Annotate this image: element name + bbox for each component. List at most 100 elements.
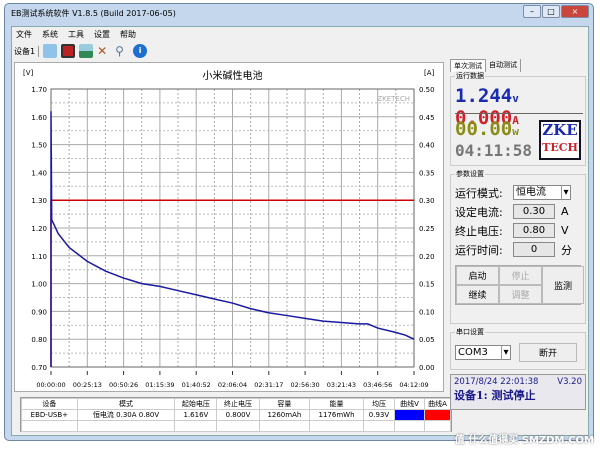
start-button[interactable]: 启动 (456, 266, 499, 285)
search-icon[interactable]: ⚲ (115, 44, 129, 58)
header-energy: 能量 (309, 398, 364, 410)
y2-tick-label: 0.20 (419, 253, 435, 261)
close-button[interactable]: × (561, 5, 589, 18)
run-time-input[interactable]: 0 (513, 242, 555, 257)
x-tick-label: 02:31:17 (254, 381, 283, 389)
header-device: 设备 (21, 398, 78, 410)
mode-select[interactable]: 恒电流 ▾ (513, 185, 571, 200)
run-data-title: 运行数据 (455, 71, 485, 81)
current-input[interactable]: 0.30 (513, 204, 555, 219)
status-time: 2017/8/24 22:01:38 (454, 377, 539, 387)
run-time-label: 运行时间: (455, 243, 503, 257)
cell-energy: 1176mWh (309, 409, 364, 421)
header-end-voltage: 终止电压 (216, 398, 260, 410)
y-tick-label: 1.10 (31, 253, 47, 261)
menu-bar: 文件 系统 工具 设置 帮助 (16, 29, 136, 40)
header-mode: 模式 (76, 398, 176, 410)
menu-tools[interactable]: 工具 (68, 29, 84, 40)
voltage-readout: 1.244 (455, 85, 513, 107)
stop-button[interactable]: 停止 (499, 266, 542, 285)
menu-file[interactable]: 文件 (16, 29, 32, 40)
window-title: EB测试系统软件 V1.8.5 (Build 2017-06-05) (11, 9, 176, 18)
menu-system[interactable]: 系统 (42, 29, 58, 40)
chart-panel: 小米碱性电池 ZKETECH [V] [A] 1.70 1.60 1.50 1.40 1.30 1… (14, 62, 444, 392)
cell-avg-voltage: 0.93V (362, 409, 396, 421)
x-tick-label: 01:40:52 (182, 381, 211, 389)
monitor-button[interactable]: 监测 (542, 266, 584, 304)
x-tick-label: 01:15:39 (145, 381, 174, 389)
stop-voltage-input[interactable]: 0.80 (513, 223, 555, 238)
x-tick-label: 02:06:04 (218, 381, 247, 389)
y2-tick-label: 0.25 (419, 225, 435, 233)
y-tick-label: 1.40 (31, 169, 47, 177)
current-label: 设定电流: (455, 205, 503, 219)
continue-button[interactable]: 继续 (456, 285, 499, 304)
y-tick-label: 1.20 (31, 225, 47, 233)
current-setting-unit: A (561, 205, 569, 218)
tools-icon[interactable]: ✕ (97, 44, 111, 58)
app-window: EB测试系统软件 V1.8.5 (Build 2017-06-05) – □ ×… (4, 3, 594, 441)
image-icon[interactable] (79, 44, 94, 58)
x-tick-label: 00:50:26 (109, 381, 138, 389)
y-axis-label: [V] (23, 69, 34, 77)
cell-capacity: 1260mAh (258, 409, 311, 421)
x-tick-label: 03:46:56 (363, 381, 392, 389)
y2-tick-label: 0.30 (419, 197, 435, 205)
header-start-voltage: 起始电压 (174, 398, 218, 410)
run-data-group: 运行数据 1.244v 0.000A 00.00w 04:11:58 ZKE T… (450, 71, 586, 166)
folder-icon[interactable] (43, 44, 58, 58)
y2-tick-label: 0.15 (419, 281, 435, 289)
serial-port-title: 串口设置 (455, 327, 485, 337)
tab-auto-test[interactable]: 自动测试 (486, 59, 521, 72)
y2-axis-label: [A] (424, 69, 435, 77)
control-panel: 单次测试 自动测试 运行数据 1.244v 0.000A 00.00w 04:1… (450, 59, 586, 410)
x-tick-label: 03:21:43 (327, 381, 356, 389)
y-tick-label: 0.90 (31, 308, 47, 316)
discharge-chart: 小米碱性电池 ZKETECH [V] [A] 1.70 1.60 1.50 1.40 1.30 1… (23, 69, 435, 389)
disconnect-button[interactable]: 断开 (519, 343, 577, 362)
maximize-button[interactable]: □ (542, 5, 560, 18)
info-icon[interactable]: i (133, 44, 148, 58)
y2-tick-label: 0.05 (419, 336, 435, 344)
chart-watermark: ZKETECH (377, 95, 410, 103)
y-tick-label: 1.60 (31, 114, 47, 122)
firmware-version: V3.20 (557, 377, 582, 387)
stop-voltage-unit: V (561, 224, 569, 237)
site-watermark: 值 什么值得买 SMZDM.COM (454, 435, 594, 446)
y-tick-label: 1.30 (31, 197, 47, 205)
save-icon[interactable] (61, 44, 76, 58)
y-tick-label: 1.50 (31, 142, 47, 150)
y-tick-label: 0.70 (31, 364, 47, 372)
curve-a-color[interactable] (424, 409, 451, 421)
port-select[interactable]: COM3 ▾ (455, 345, 511, 360)
curve-v-color[interactable] (394, 409, 425, 421)
menu-settings[interactable]: 设置 (94, 29, 110, 40)
zketech-logo: ZKE TECH (539, 120, 581, 160)
voltage-unit: v (512, 92, 519, 105)
toolbar: 设备1 ✕ ⚲ i (14, 42, 148, 60)
device-status: 设备1: 测试停止 (454, 389, 536, 402)
minimize-button[interactable]: – (523, 5, 541, 18)
results-table: 设备 模式 起始电压 终止电压 容量 能量 均压 曲线V 曲线A EBD-USB… (20, 397, 452, 432)
menu-help[interactable]: 帮助 (120, 29, 136, 40)
chevron-down-icon: ▾ (501, 346, 510, 360)
header-capacity: 容量 (258, 398, 311, 410)
cell-device: EBD-USB+ (21, 409, 78, 421)
chevron-down-icon: ▾ (561, 186, 570, 200)
table-row[interactable]: EBD-USB+ 恒电流 0.30A 0.80V 1.616V 0.800V 1… (21, 409, 451, 421)
parameter-group: 参数设置 运行模式: 恒电流 ▾ 设定电流: 0.30 A 终止电压: 0.80 V … (450, 169, 586, 324)
serial-port-group: 串口设置 COM3 ▾ 断开 (450, 327, 586, 370)
y2-tick-label: 0.35 (419, 169, 435, 177)
device-label: 设备1 (14, 45, 40, 57)
elapsed-time: 04:11:58 (455, 141, 533, 160)
y2-tick-label: 0.50 (419, 86, 435, 94)
y2-tick-label: 0.10 (419, 308, 435, 316)
y-tick-label: 1.70 (31, 86, 47, 94)
y2-tick-label: 0.45 (419, 114, 435, 122)
power-unit: w (512, 125, 519, 138)
mode-label: 运行模式: (455, 186, 503, 200)
chart-title: 小米碱性电池 (203, 69, 263, 82)
parameter-title: 参数设置 (455, 169, 485, 179)
y-tick-label: 0.80 (31, 336, 47, 344)
adjust-button[interactable]: 调整 (499, 285, 542, 304)
